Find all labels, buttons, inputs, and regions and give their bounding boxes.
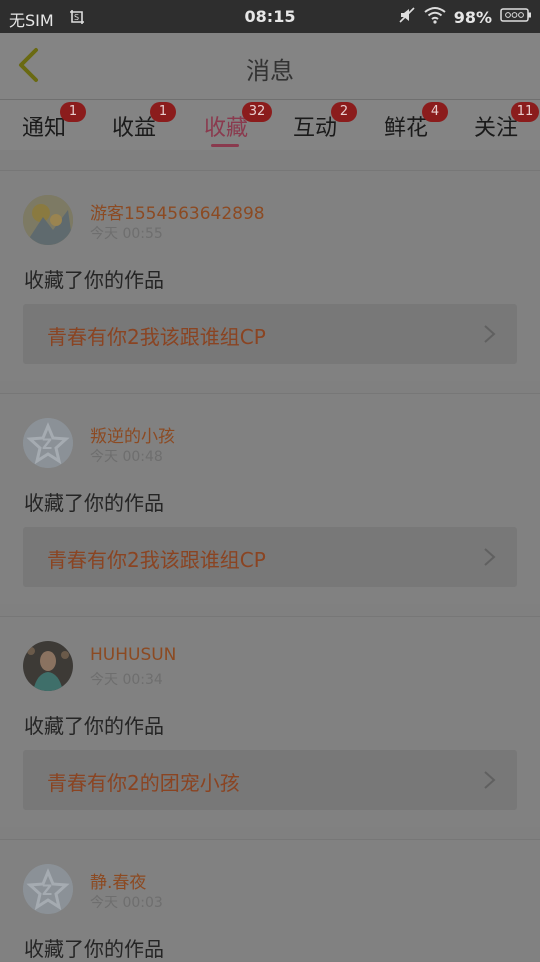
unread-badge: 4 xyxy=(422,102,448,122)
tab-bar: 通知 1 收益 1 收藏 32 互动 2 鲜花 4 关注 11 xyxy=(0,100,540,150)
username[interactable]: HUHUSUN xyxy=(90,645,176,665)
default-avatar-icon: Z xyxy=(23,864,73,914)
action-text: 收藏了你的作品 xyxy=(24,714,164,738)
avatar[interactable] xyxy=(23,195,73,245)
tab-label: 互动 xyxy=(293,116,338,141)
username[interactable]: 静.春夜 xyxy=(90,868,146,893)
default-avatar-icon: Z xyxy=(23,418,73,468)
tab-label: 收益 xyxy=(112,116,157,141)
page-title: 消息 xyxy=(246,57,294,85)
list-item: 游客1554563642898 今天 00:55 收藏了你的作品 青春有你2我该… xyxy=(0,170,540,381)
tab-earnings[interactable]: 收益 1 xyxy=(112,102,176,142)
avatar[interactable] xyxy=(23,641,73,691)
active-tab-indicator xyxy=(211,144,239,147)
unread-badge: 11 xyxy=(511,102,539,122)
svg-text:Z: Z xyxy=(42,883,52,899)
chevron-right-icon xyxy=(484,548,496,566)
photo-avatar-icon xyxy=(23,641,73,691)
unread-badge: 1 xyxy=(150,102,176,122)
top-bar: 消息 xyxy=(0,33,540,100)
tab-favorites[interactable]: 收藏 32 xyxy=(204,102,272,142)
list-item: HUHUSUN 今天 00:34 收藏了你的作品 青春有你2的团宠小孩 xyxy=(0,616,540,827)
unread-badge: 1 xyxy=(60,102,86,122)
tab-flowers[interactable]: 鲜花 4 xyxy=(384,102,448,142)
action-text: 收藏了你的作品 xyxy=(24,268,164,292)
work-link[interactable]: 青春有你2我该跟谁组CP xyxy=(23,527,517,587)
tab-label: 关注 xyxy=(474,116,519,141)
work-link[interactable]: 青春有你2的团宠小孩 xyxy=(23,750,517,810)
avatar[interactable]: Z xyxy=(23,864,73,914)
tab-notice[interactable]: 通知 1 xyxy=(22,102,86,142)
avatar[interactable]: Z xyxy=(23,418,73,468)
chevron-right-icon xyxy=(484,771,496,789)
list-item: Z 叛逆的小孩 今天 00:48 收藏了你的作品 青春有你2我该跟谁组CP xyxy=(0,393,540,604)
timestamp: 今天 00:55 xyxy=(90,226,163,242)
wifi-icon xyxy=(424,6,446,28)
timestamp: 今天 00:48 xyxy=(90,449,163,465)
action-text: 收藏了你的作品 xyxy=(24,937,164,961)
battery-icon xyxy=(500,7,532,27)
action-text: 收藏了你的作品 xyxy=(24,491,164,515)
tab-label: 鲜花 xyxy=(384,116,429,141)
illustration-avatar-icon xyxy=(23,195,73,245)
battery-percent: 98% xyxy=(453,7,492,27)
work-title: 青春有你2我该跟谁组CP xyxy=(47,325,266,349)
work-link[interactable]: 青春有你2我该跟谁组CP xyxy=(23,304,517,364)
list-item: Z 静.春夜 今天 00:03 收藏了你的作品 xyxy=(0,839,540,961)
tab-label: 通知 xyxy=(22,116,67,141)
tab-follow[interactable]: 关注 11 xyxy=(474,102,539,142)
username[interactable]: 叛逆的小孩 xyxy=(90,422,175,447)
timestamp: 今天 00:34 xyxy=(90,672,163,688)
unread-badge: 2 xyxy=(331,102,357,122)
timestamp: 今天 00:03 xyxy=(90,895,163,911)
status-bar: 无SIM S 08:15 98% xyxy=(0,0,540,33)
tab-interaction[interactable]: 互动 2 xyxy=(293,102,357,142)
work-title: 青春有你2的团宠小孩 xyxy=(47,771,240,795)
unread-badge: 32 xyxy=(242,102,272,122)
svg-text:Z: Z xyxy=(42,437,52,453)
tab-label: 收藏 xyxy=(204,116,249,141)
username[interactable]: 游客1554563642898 xyxy=(90,199,265,224)
mute-icon xyxy=(398,6,416,28)
work-title: 青春有你2我该跟谁组CP xyxy=(47,548,266,572)
chevron-right-icon xyxy=(484,325,496,343)
